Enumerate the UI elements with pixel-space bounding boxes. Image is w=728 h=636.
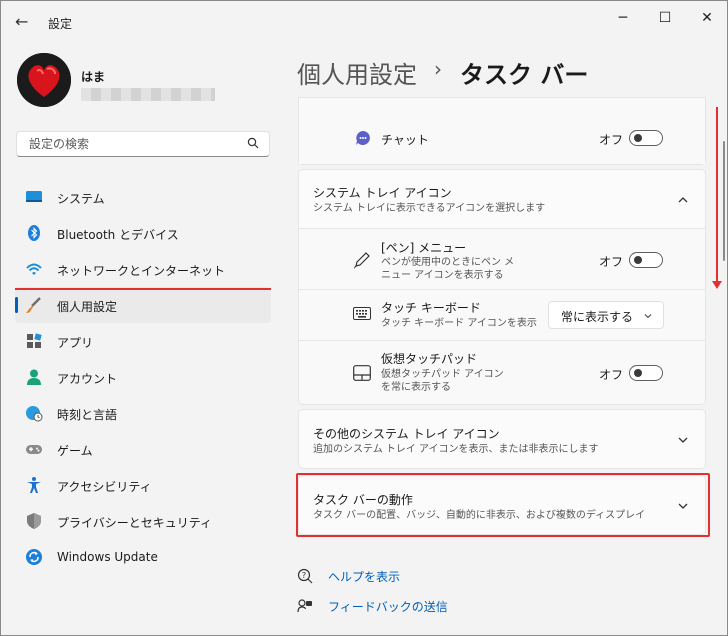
pen-menu-toggle[interactable] — [629, 252, 663, 268]
chat-icon — [356, 131, 370, 145]
help-link[interactable]: ヘルプを表示 — [328, 568, 400, 585]
chat-toggle-state: オフ — [599, 133, 624, 147]
chat-label: チャット — [381, 133, 429, 147]
touch-keyboard-dropdown[interactable]: 常に表示する — [548, 301, 664, 329]
pen-menu-title: [ペン] メニュー — [381, 241, 467, 255]
chat-card: チャット オフ — [298, 97, 706, 165]
scrollbar-thumb[interactable] — [723, 141, 725, 261]
pen-menu-subtitle: ペンが使用中のときにペン メニュー アイコンを表示する — [381, 257, 515, 281]
sidebar-item-gaming[interactable]: ゲーム — [15, 431, 271, 467]
virtual-touchpad-row: 仮想タッチパッド 仮想タッチパッド アイコンを常に表示する オフ — [299, 341, 705, 404]
minimize-button[interactable]: ─ — [603, 7, 643, 29]
apps-icon — [27, 333, 42, 348]
sidebar-item-label: アクセシビリティ — [57, 480, 152, 494]
chevron-down-icon — [644, 314, 652, 319]
close-button[interactable]: ✕ — [687, 7, 727, 29]
pen-icon — [354, 252, 370, 269]
sidebar-item-apps[interactable]: アプリ — [15, 323, 271, 359]
chevron-up-icon — [678, 197, 688, 203]
system-tray-header[interactable]: システム トレイ アイコン システム トレイに表示できるアイコンを選択します — [299, 170, 705, 228]
user-email-blurred — [81, 88, 215, 101]
sidebar-item-network[interactable]: ネットワークとインターネット — [15, 251, 271, 287]
sidebar-item-system[interactable]: システム — [15, 179, 271, 215]
touch-keyboard-subtitle: タッチ キーボード アイコンを表示 — [381, 318, 537, 329]
accessibility-icon — [27, 477, 41, 493]
sidebar-item-windows-update[interactable]: Windows Update — [15, 539, 271, 575]
sidebar-item-label: アカウント — [57, 372, 118, 386]
search-icon — [247, 137, 259, 149]
sidebar-item-label: ゲーム — [57, 444, 93, 458]
virtual-touchpad-toggle[interactable] — [629, 365, 663, 381]
sidebar-nav: システム Bluetooth とデバイス ネットワークとインターネット 個人用設 — [15, 179, 271, 575]
sidebar-item-label: システム — [57, 192, 105, 206]
title-bar: ← 設定 ─ ☐ ✕ — [1, 1, 727, 45]
account-icon — [27, 369, 41, 385]
page-title: タスク バー — [460, 61, 589, 89]
sidebar-item-label: Bluetooth とデバイス — [57, 228, 179, 242]
touchpad-icon — [353, 365, 371, 381]
sidebar-item-label: プライバシーとセキュリティ — [57, 516, 213, 530]
user-name: はま — [81, 70, 106, 84]
help-icon: ? — [297, 568, 313, 584]
virtual-touchpad-title: 仮想タッチパッド — [381, 352, 478, 366]
breadcrumb-separator: › — [434, 57, 442, 81]
sidebar-item-bluetooth[interactable]: Bluetooth とデバイス — [15, 215, 271, 251]
virtual-touchpad-subtitle: 仮想タッチパッド アイコンを常に表示する — [381, 369, 504, 393]
annotation-arrow-line — [716, 107, 718, 287]
sidebar-item-label: Windows Update — [57, 550, 158, 564]
annotation-arrow-head — [712, 281, 722, 289]
system-tray-subtitle: システム トレイに表示できるアイコンを選択します — [313, 203, 546, 214]
sidebar-item-time-language[interactable]: 時刻と言語 — [15, 395, 271, 431]
sidebar-item-personalization[interactable]: 個人用設定 — [15, 287, 271, 323]
keyboard-icon — [353, 307, 371, 320]
sidebar-item-privacy[interactable]: プライバシーとセキュリティ — [15, 503, 271, 539]
annotation-highlight-box — [296, 473, 710, 537]
avatar-image — [17, 53, 71, 107]
active-indicator — [15, 297, 18, 313]
maximize-button[interactable]: ☐ — [645, 7, 685, 29]
sidebar-item-label: ネットワークとインターネット — [57, 264, 226, 278]
sidebar-item-accounts[interactable]: アカウント — [15, 359, 271, 395]
pen-menu-row: [ペン] メニュー ペンが使用中のときにペン メニュー アイコンを表示する オフ — [299, 229, 705, 289]
chevron-down-icon — [678, 437, 688, 443]
feedback-link[interactable]: フィードバックの送信 — [328, 598, 448, 615]
breadcrumb-parent[interactable]: 個人用設定 — [297, 55, 417, 90]
wifi-icon — [26, 263, 42, 275]
system-tray-card: システム トレイ アイコン システム トレイに表示できるアイコンを選択します [… — [298, 169, 706, 405]
sidebar-item-accessibility[interactable]: アクセシビリティ — [15, 467, 271, 503]
chat-row: チャット オフ — [299, 98, 705, 164]
system-tray-title: システム トレイ アイコン — [313, 186, 452, 200]
dropdown-value: 常に表示する — [561, 310, 634, 324]
shield-icon — [27, 513, 41, 529]
search-box[interactable] — [16, 131, 270, 157]
touch-keyboard-row: タッチ キーボード タッチ キーボード アイコンを表示 常に表示する — [299, 290, 705, 340]
update-icon — [26, 549, 42, 565]
sidebar-item-label: 時刻と言語 — [57, 408, 118, 422]
brush-icon — [26, 297, 41, 313]
other-tray-subtitle: 追加のシステム トレイ アイコンを表示、または非表示にします — [313, 444, 599, 455]
feedback-icon — [297, 599, 312, 613]
search-input[interactable] — [27, 136, 231, 152]
gamepad-icon — [26, 445, 42, 454]
sidebar-item-label: 個人用設定 — [57, 300, 118, 314]
other-tray-icons-card[interactable]: その他のシステム トレイ アイコン 追加のシステム トレイ アイコンを表示、また… — [298, 409, 706, 469]
sidebar-item-label: アプリ — [57, 336, 94, 350]
back-button[interactable]: ← — [15, 13, 33, 31]
svg-text:?: ? — [302, 571, 306, 580]
virtual-touchpad-toggle-state: オフ — [599, 368, 624, 382]
touch-keyboard-title: タッチ キーボード — [381, 301, 481, 315]
chat-toggle[interactable] — [629, 130, 663, 146]
avatar[interactable] — [17, 53, 71, 107]
pen-menu-toggle-state: オフ — [599, 255, 624, 269]
settings-window: ← 設定 ─ ☐ ✕ はま システム — [0, 0, 728, 636]
annotation-underline — [15, 288, 271, 290]
other-tray-title: その他のシステム トレイ アイコン — [313, 427, 500, 441]
bluetooth-icon — [28, 225, 40, 241]
system-icon — [26, 191, 42, 202]
app-title: 設定 — [48, 17, 73, 31]
globe-clock-icon — [26, 406, 43, 422]
